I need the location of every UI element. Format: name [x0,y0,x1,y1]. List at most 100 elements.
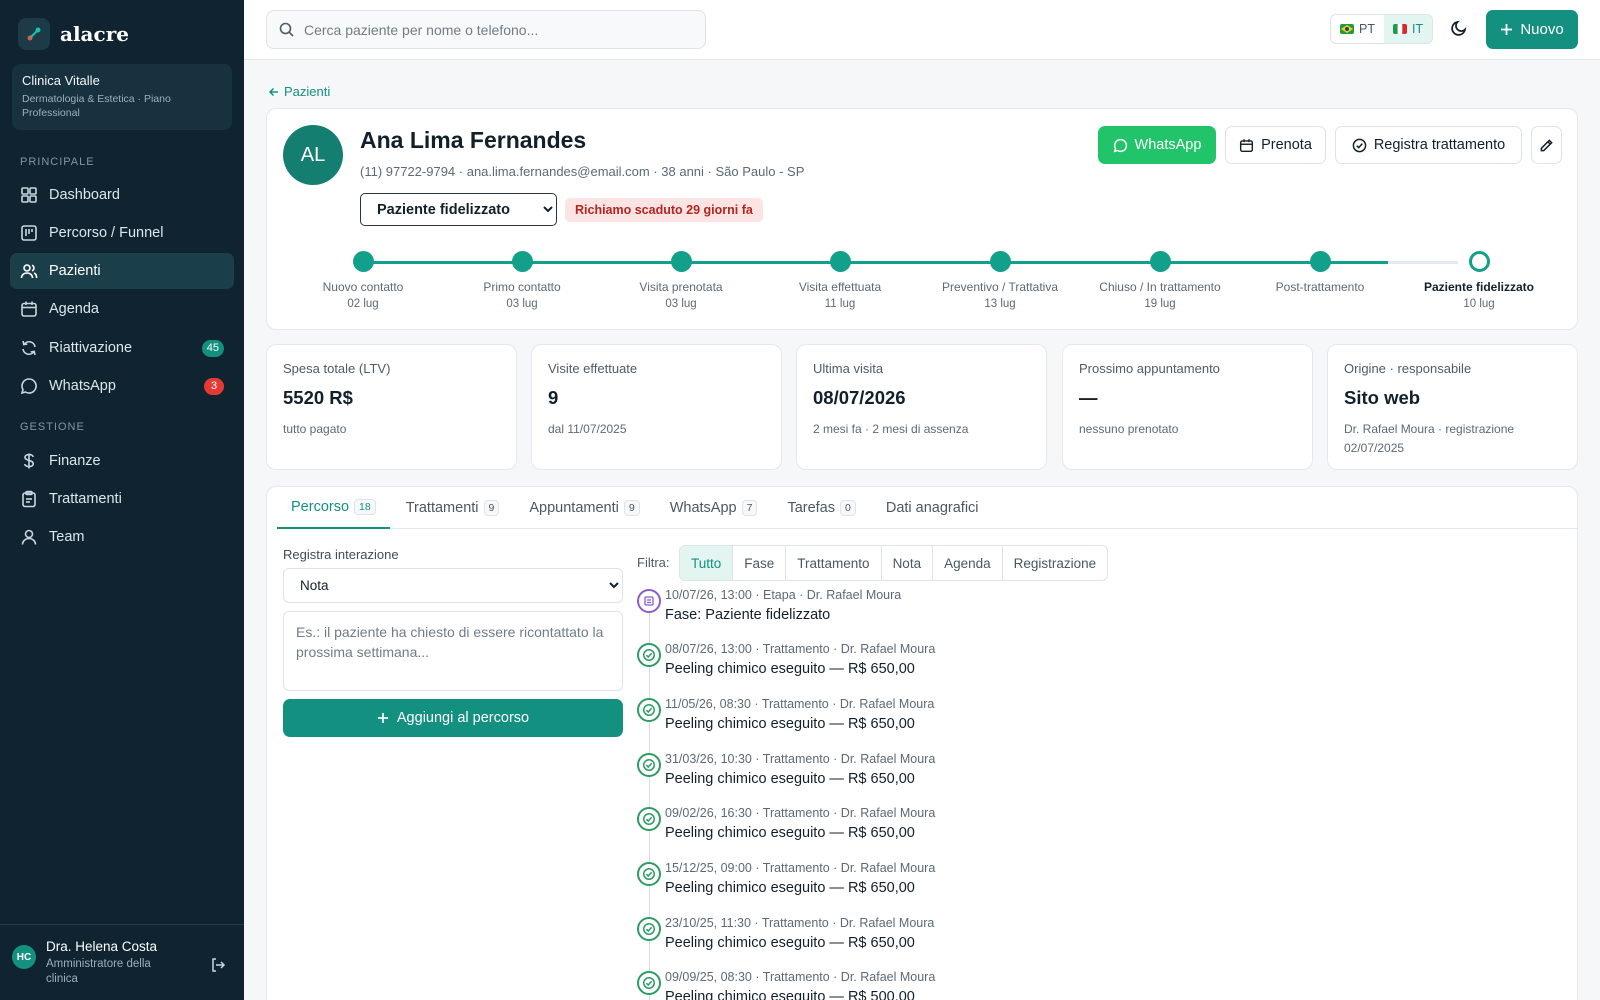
filter-agenda[interactable]: Agenda [933,546,1003,580]
filter-all[interactable]: Tutto [680,546,734,580]
sidebar-item-team[interactable]: Team [10,519,234,555]
book-button-label: Prenota [1261,137,1312,153]
pipeline-step-date: 10 lug [1463,298,1495,310]
tab-label: Dati anagrafici [885,500,979,516]
topbar: PT IT Nuovo [244,0,1600,60]
add-to-journey-button[interactable]: Aggiungi al percorso [283,699,623,737]
stat-card-last-visit: Ultima visita 08/07/2026 2 mesi fa · 2 m… [796,344,1047,470]
stat-card-ltv: Spesa totale (LTV) 5520 R$ tutto pagato [266,344,517,470]
clipboard-icon [20,490,38,508]
new-button[interactable]: Nuovo [1486,10,1578,49]
edit-button[interactable] [1531,126,1562,164]
filter-registration[interactable]: Registrazione [1003,546,1108,580]
pipeline-step[interactable]: Visita effettuata 11 lug [765,251,915,310]
pipeline-step-dot [829,251,851,272]
sidebar-item-reactivation[interactable]: Riattivazione 45 [10,330,234,366]
sidebar-item-label: Team [49,529,85,545]
sidebar-item-funnel[interactable]: Percorso / Funnel [10,215,234,251]
pipeline-step-dot-current [1468,251,1490,272]
language-pt-label: PT [1359,22,1375,36]
language-pt-button[interactable]: PT [1331,15,1384,43]
user-icon [20,528,38,546]
whatsapp-button[interactable]: WhatsApp [1098,126,1216,164]
pipeline-step[interactable]: Visita prenotata 03 lug [606,251,756,310]
tab-journey[interactable]: Percorso 18 [277,487,390,529]
logout-icon[interactable] [210,957,226,973]
filter-note[interactable]: Nota [882,546,934,580]
timeline-event[interactable]: 23/10/25, 11:30 · Trattamento · Dr. Rafa… [637,911,1337,965]
stage-event-icon [637,589,661,613]
filter-treatment[interactable]: Trattamento [786,546,882,580]
register-treatment-label: Registra trattamento [1373,137,1506,153]
section-label-manage: GESTIONE [20,421,85,433]
stage-select[interactable]: Paziente fidelizzato [360,193,557,226]
breadcrumb[interactable]: Pazienti [268,84,330,99]
tab-tasks[interactable]: Tarefas 0 [773,487,869,529]
timeline-event[interactable]: 09/09/25, 08:30 · Trattamento · Dr. Rafa… [637,965,1337,1000]
event-title: Peeling chimico eseguito — R$ 650,00 [665,771,915,787]
pipeline-step-current[interactable]: Paziente fidelizzato 10 lug [1404,251,1554,310]
event-title: Peeling chimico eseguito — R$ 650,00 [665,825,915,841]
pipeline-step[interactable]: Chiuso / In trattamento 19 lug [1085,251,1235,310]
sidebar-item-label: Trattamenti [49,491,122,507]
interaction-type-select[interactable]: Nota [283,568,623,603]
register-treatment-button[interactable]: Registra trattamento [1335,126,1522,164]
language-it-button[interactable]: IT [1383,15,1433,43]
pipeline-step[interactable]: Primo contatto 03 lug [447,251,597,310]
search-icon [279,22,294,37]
pipeline-step-dot [1309,251,1331,272]
sidebar-item-dashboard[interactable]: Dashboard [10,177,234,213]
brand-logo-icon [18,18,50,50]
sidebar: alacre Clinica Vitalle Dermatologia & Es… [0,0,244,1000]
pipeline-step-label: Preventivo / Trattativa [941,280,1059,294]
pipeline-step-label: Visita prenotata [639,280,723,294]
stat-label: Ultima visita [813,361,884,376]
brand[interactable]: alacre [18,18,129,50]
tab-whatsapp[interactable]: WhatsApp 7 [656,487,772,529]
clinic-switcher[interactable]: Clinica Vitalle Dermatologia & Estetica … [12,64,232,130]
interaction-label: Registra interazione [283,547,399,562]
timeline-event[interactable]: 31/03/26, 10:30 · Trattamento · Dr. Rafa… [637,747,1337,801]
event-title: Peeling chimico eseguito — R$ 650,00 [665,880,915,896]
filter-stage[interactable]: Fase [733,546,787,580]
pipeline-step-date: 03 lug [665,298,697,310]
pipeline-step-dot [1149,251,1171,272]
book-button[interactable]: Prenota [1225,126,1326,164]
timeline-event[interactable]: 09/02/26, 16:30 · Trattamento · Dr. Rafa… [637,801,1337,855]
timeline-event[interactable]: 10/07/26, 13:00 · Etapa · Dr. Rafael Mou… [637,583,1337,637]
sidebar-item-finance[interactable]: Finanze [10,443,234,479]
tab-label: Appuntamenti [529,500,619,516]
pipeline-step-dot [670,251,692,272]
timeline-event[interactable]: 15/12/25, 09:00 · Trattamento · Dr. Rafa… [637,856,1337,910]
users-icon [20,262,38,280]
timeline-event[interactable]: 08/07/26, 13:00 · Trattamento · Dr. Rafa… [637,637,1337,691]
arrow-left-icon [268,86,280,98]
pencil-icon [1539,138,1554,153]
timeline-event[interactable]: 11/05/26, 08:30 · Trattamento · Dr. Rafa… [637,692,1337,746]
search-input[interactable] [304,21,684,38]
event-title: Peeling chimico eseguito — R$ 650,00 [665,716,915,732]
event-meta: 11/05/26, 08:30 · Trattamento · Dr. Rafa… [665,697,935,711]
stat-sub: nessuno prenotato [1079,422,1179,436]
language-it-label: IT [1411,22,1424,36]
interaction-note-input[interactable] [283,611,623,691]
pipeline-step-label: Post-trattamento [1275,280,1365,294]
tab-personal-data[interactable]: Dati anagrafici [872,487,993,529]
sidebar-item-label: Agenda [49,301,99,317]
pipeline-step[interactable]: Preventivo / Trattativa 13 lug [925,251,1075,310]
sidebar-item-whatsapp[interactable]: WhatsApp 3 [10,368,234,404]
funnel-icon [20,224,38,242]
tab-treatments[interactable]: Trattamenti 9 [392,487,514,529]
pipeline-step[interactable]: Nuovo contatto 02 lug [288,251,438,310]
pipeline-step[interactable]: Post-trattamento [1245,251,1395,298]
avatar: HC [12,945,36,969]
moon-icon[interactable] [1450,19,1468,37]
tab-appointments[interactable]: Appuntamenti 9 [515,487,653,529]
sidebar-item-agenda[interactable]: Agenda [10,291,234,327]
reactivation-count-badge: 45 [201,339,224,357]
stat-value: 5520 R$ [283,387,353,408]
stat-label: Prossimo appuntamento [1079,361,1220,376]
sidebar-item-treatments[interactable]: Trattamenti [10,481,234,517]
event-meta: 31/03/26, 10:30 · Trattamento · Dr. Rafa… [665,752,936,766]
sidebar-item-patients[interactable]: Pazienti [10,253,234,289]
